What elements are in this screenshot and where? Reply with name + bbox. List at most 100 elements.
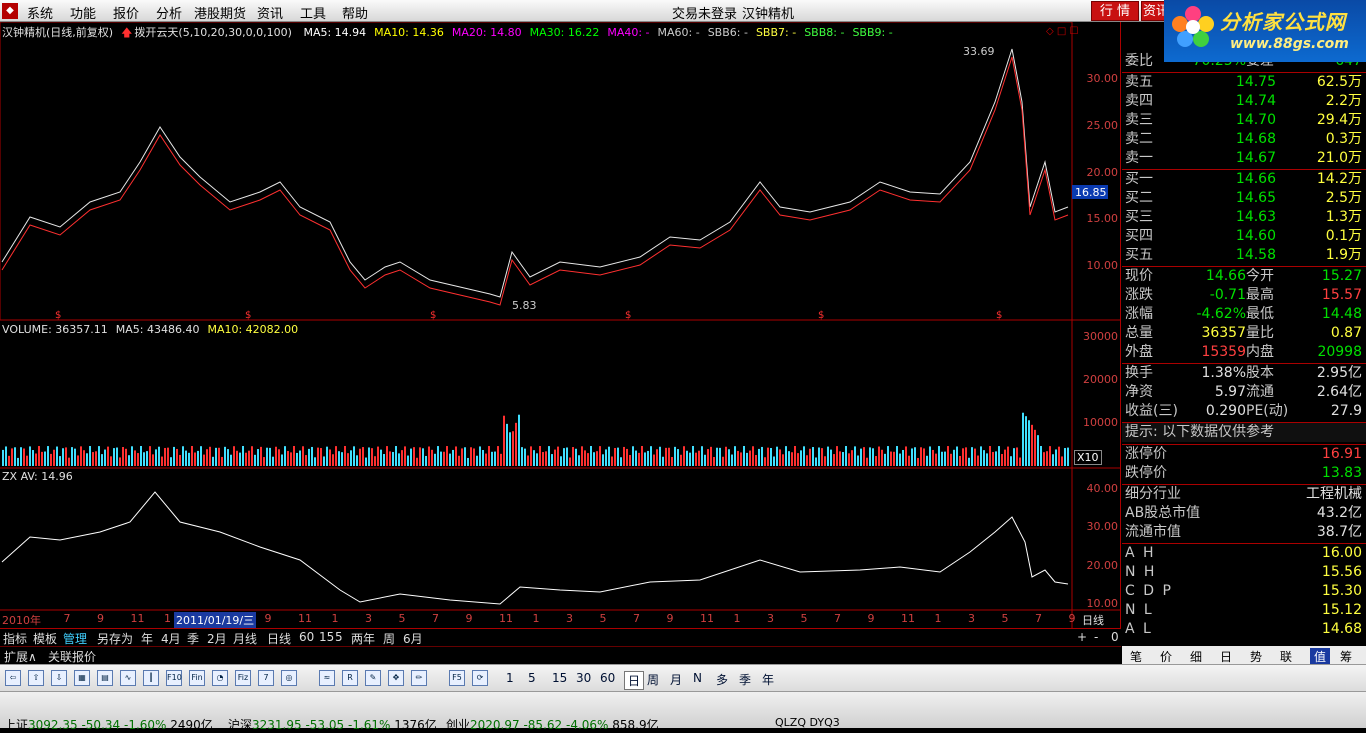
sell-row[interactable]: 卖五 14.75 62.5万 (1122, 73, 1366, 92)
industry-row[interactable]: AB股总市值 43.2亿 (1122, 504, 1366, 523)
menu-tools[interactable]: 工具 (300, 3, 326, 22)
menu-news[interactable]: 资讯 (257, 3, 283, 22)
market-button[interactable]: 行 情 (1091, 1, 1139, 21)
zoom-button-0[interactable]: + (1077, 630, 1087, 644)
move-icon[interactable]: ✥ (388, 670, 404, 686)
period-button-0[interactable]: 1 (506, 671, 514, 685)
industry-row[interactable]: 细分行业 工程机械 (1122, 485, 1366, 504)
panel-tab-6[interactable]: 值 (1310, 648, 1331, 665)
period-button-2[interactable]: 15 (552, 671, 567, 685)
zoom-button-2[interactable]: 0 (1111, 630, 1119, 644)
fundamental-row[interactable]: 换手 1.38% 股本 2.95亿 (1122, 364, 1366, 383)
fin-icon[interactable]: Fin (189, 670, 205, 686)
period-button-11[interactable]: 年 (762, 671, 774, 688)
quote-row[interactable]: 涨幅 -4.62% 最低 14.48 (1122, 305, 1366, 324)
app-logo-icon[interactable]: ◆ (2, 3, 18, 19)
f10-icon[interactable]: F10 (166, 670, 182, 686)
up-arrow-icon[interactable]: ⇧ (28, 670, 44, 686)
tab-0[interactable]: 指标 (3, 630, 27, 647)
menu-help[interactable]: 帮助 (342, 3, 368, 22)
wave-icon[interactable]: ≈ (319, 670, 335, 686)
index-status[interactable]: 创业2020.97 -85.62 -4.06% 858.9亿 (446, 716, 659, 733)
tab-7[interactable]: 2月 (207, 630, 227, 647)
menu-function[interactable]: 功能 (70, 3, 96, 22)
industry-row[interactable]: 流通市值 38.7亿 (1122, 523, 1366, 542)
period-button-5[interactable]: 日 (624, 671, 645, 690)
grid-icon[interactable]: ▦ (74, 670, 90, 686)
tab-13[interactable]: 两年 (351, 630, 375, 647)
tab-14[interactable]: 周 (383, 630, 395, 647)
quote-row[interactable]: 涨跌 -0.71 最高 15.57 (1122, 286, 1366, 305)
period-button-10[interactable]: 季 (739, 671, 751, 688)
index-status[interactable]: 沪深3231.95 -53.05 -1.61% 1376亿 (228, 716, 437, 733)
tab-2[interactable]: 管理 (63, 630, 87, 647)
cycle-icon[interactable]: ⟳ (472, 670, 488, 686)
quote-row[interactable]: 现价 14.66 今开 15.27 (1122, 267, 1366, 286)
quote-row[interactable]: 外盘 15359 内盘 20998 (1122, 343, 1366, 362)
fundamental-row[interactable]: 净资 5.97 流通 2.64亿 (1122, 383, 1366, 402)
line-chart-icon[interactable]: ∿ (120, 670, 136, 686)
period-button-6[interactable]: 周 (647, 671, 659, 688)
period-button-9[interactable]: 多 (716, 671, 728, 688)
buy-row[interactable]: 买二 14.65 2.5万 (1122, 189, 1366, 208)
tab-1[interactable]: 模板 (33, 630, 57, 647)
buy-row[interactable]: 买五 14.58 1.9万 (1122, 246, 1366, 265)
buy-row[interactable]: 买三 14.63 1.3万 (1122, 208, 1366, 227)
index-row[interactable]: A H 16.00 (1122, 544, 1366, 563)
sell-row[interactable]: 卖三 14.70 29.4万 (1122, 111, 1366, 130)
sell-row[interactable]: 卖一 14.67 21.0万 (1122, 149, 1366, 168)
period-button-4[interactable]: 60 (600, 671, 615, 685)
refresh-icon[interactable]: ◎ (281, 670, 297, 686)
sell-row[interactable]: 卖二 14.68 0.3万 (1122, 130, 1366, 149)
brush-icon[interactable]: ✎ (365, 670, 381, 686)
tab-3[interactable]: 另存为 (97, 630, 133, 647)
panel-tab-5[interactable]: 联 (1280, 648, 1292, 665)
pie-icon[interactable]: ◔ (212, 670, 228, 686)
expand-button[interactable]: 扩展∧ (4, 648, 37, 665)
tab-10[interactable]: 60 (299, 630, 314, 644)
related-quote-button[interactable]: 关联报价 (48, 648, 96, 665)
zoom-button-1[interactable]: - (1094, 630, 1098, 644)
chart-control-icons[interactable]: ◇ □ ☐ (1046, 26, 1078, 37)
tab-12[interactable]: 5 (335, 630, 343, 644)
menu-quote[interactable]: 报价 (113, 3, 139, 22)
period-button-1[interactable]: 5 (528, 671, 536, 685)
panel-tab-7[interactable]: 筹 (1340, 648, 1352, 665)
candle-icon[interactable]: ┃ (143, 670, 159, 686)
panel-tab-1[interactable]: 价 (1160, 648, 1172, 665)
limit-row[interactable]: 涨停价 16.91 (1122, 445, 1366, 464)
tab-15[interactable]: 6月 (403, 630, 423, 647)
fundamental-row[interactable]: 收益(三) 0.290 PE(动) 27.9 (1122, 402, 1366, 421)
period-button-7[interactable]: 月 (670, 671, 682, 688)
buy-row[interactable]: 买四 14.60 0.1万 (1122, 227, 1366, 246)
tab-4[interactable]: 年 (141, 630, 153, 647)
index-status[interactable]: 上证3092.35 -50.34 -1.60% 2490亿 (4, 716, 213, 733)
f5-icon[interactable]: F5 (449, 670, 465, 686)
indicator-name[interactable]: 拨开云天(5,10,20,30,0,0,100) (134, 26, 292, 39)
index-row[interactable]: N L 15.12 (1122, 601, 1366, 620)
down-arrow-icon[interactable]: ⇩ (51, 670, 67, 686)
tab-6[interactable]: 季 (187, 630, 199, 647)
panel-tab-3[interactable]: 日 (1220, 648, 1232, 665)
menu-analysis[interactable]: 分析 (156, 3, 182, 22)
menu-hk-futures[interactable]: 港股期货 (194, 3, 246, 22)
tab-11[interactable]: 15 (319, 630, 334, 644)
limit-row[interactable]: 跌停价 13.83 (1122, 464, 1366, 483)
panel-tab-2[interactable]: 细 (1190, 648, 1202, 665)
tab-9[interactable]: 日线 (267, 630, 291, 647)
fiz-icon[interactable]: Fiz (235, 670, 251, 686)
panel-tab-4[interactable]: 势 (1250, 648, 1262, 665)
pencil-icon[interactable]: ✏ (411, 670, 427, 686)
index-row[interactable]: N H 15.56 (1122, 563, 1366, 582)
left-arrow-icon[interactable]: ⇦ (5, 670, 21, 686)
menu-system[interactable]: 系统 (27, 3, 53, 22)
period-button-8[interactable]: N (693, 671, 702, 685)
index-row[interactable]: C D P 15.30 (1122, 582, 1366, 601)
buy-row[interactable]: 买一 14.66 14.2万 (1122, 170, 1366, 189)
tab-5[interactable]: 4月 (161, 630, 181, 647)
rsi-icon[interactable]: R (342, 670, 358, 686)
f7-icon[interactable]: 7 (258, 670, 274, 686)
quote-row[interactable]: 总量 36357 量比 0.87 (1122, 324, 1366, 343)
panel-tab-0[interactable]: 笔 (1130, 648, 1142, 665)
table-icon[interactable]: ▤ (97, 670, 113, 686)
